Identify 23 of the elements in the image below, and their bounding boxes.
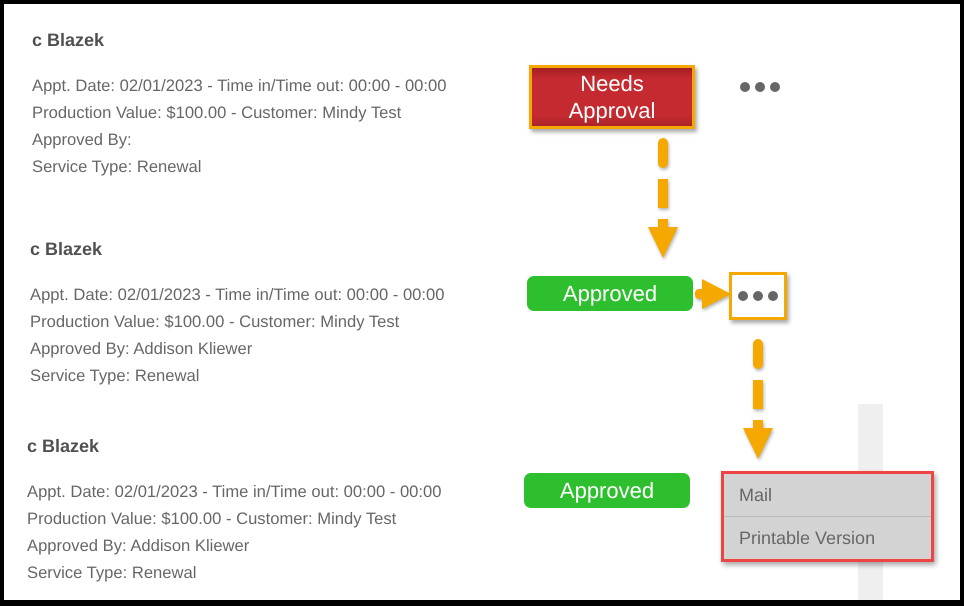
record-title: c Blazek <box>30 238 102 261</box>
detail-line: Production Value: $100.00 - Customer: Mindy Test <box>32 102 402 124</box>
detail-line: Appt. Date: 02/01/2023 - Time in/Time out: 00:00 - 00:00 <box>30 284 446 306</box>
more-icon <box>740 82 780 92</box>
record-title: c Blazek <box>27 435 100 458</box>
detail-line: Approved By: <box>32 129 133 151</box>
status-badge: Needs Approval <box>529 65 695 129</box>
record-title: c Blazek <box>32 29 104 52</box>
status-badge: Approved <box>524 473 690 508</box>
detail-line: Appt. Date: 02/01/2023 - Time in/Time out: 00:00 - 00:00 <box>32 75 448 97</box>
detail-line: Appt. Date: 02/01/2023 - Time in/Time out: 00:00 - 00:00 <box>27 481 442 503</box>
more-button[interactable] <box>729 272 787 320</box>
detail-line: Approved By: Addison Kliewer <box>27 535 250 557</box>
detail-line: Service Type: Renewal <box>27 562 198 584</box>
detail-line: Service Type: Renewal <box>32 156 202 178</box>
status-badge: Approved <box>527 276 693 311</box>
detail-line: Approved By: Addison Kliewer <box>30 338 254 360</box>
menu-item[interactable]: Printable Version <box>724 516 931 559</box>
menu-item[interactable]: Mail <box>724 474 931 516</box>
detail-line: Service Type: Renewal <box>30 365 200 387</box>
detail-line: Production Value: $100.00 - Customer: Mindy Test <box>30 311 400 333</box>
more-icon <box>738 291 778 301</box>
detail-line: Production Value: $100.00 - Customer: Mindy Test <box>27 508 398 530</box>
